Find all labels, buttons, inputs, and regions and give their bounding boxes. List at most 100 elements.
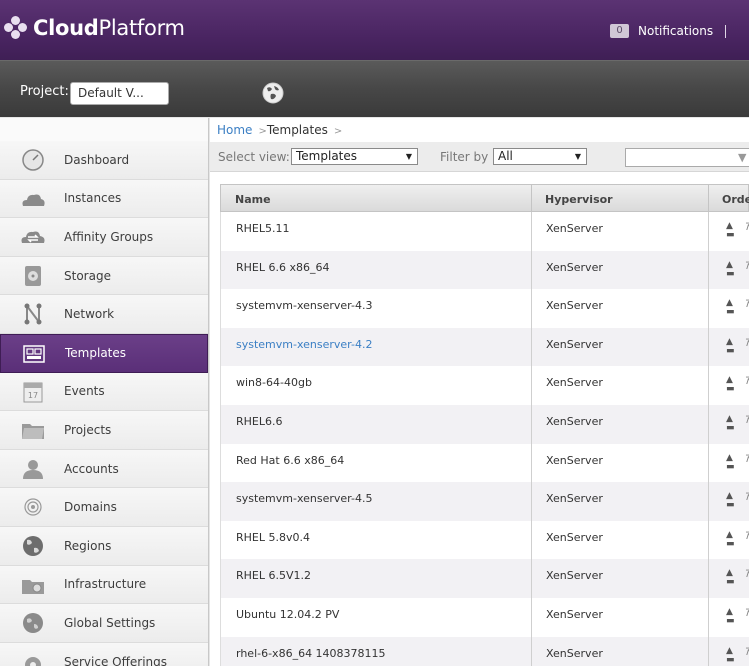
table-row[interactable]: rhel-6-x86_64 1408378115 XenServer ▲ ▬ ⊼ [220,636,749,666]
table-row[interactable]: systemvm-xenserver-4.2 XenServer ▲ ▬ ⊼ [220,327,749,367]
move-top-icon[interactable]: ⊼ [745,569,749,580]
move-top-icon[interactable]: ⊼ [745,222,749,233]
table-header: Name Hypervisor Orde [220,184,749,212]
sidebar: Dashboard Instances Affinity Groups Stor… [0,118,209,666]
move-top-icon[interactable]: ⊼ [745,608,749,619]
template-name: systemvm-xenserver-4.5 [236,492,373,506]
move-up-icon[interactable]: ▲ ▬ [726,376,735,394]
sidebar-item-regions[interactable]: Regions [0,526,208,566]
header-divider [725,25,726,38]
sidebar-item-instances[interactable]: Instances [0,179,208,219]
template-hypervisor: XenServer [546,492,603,506]
move-top-icon[interactable]: ⊼ [745,261,749,272]
template-name: win8-64-40gb [236,376,312,390]
table-row[interactable]: RHEL 5.8v0.4 XenServer ▲ ▬ ⊼ [220,520,749,560]
project-label: Project: [20,84,69,99]
templates-table: Name Hypervisor Orde RHEL5.11 XenServer ▲ ▬… [220,184,749,666]
project-select[interactable]: Default V... [70,82,169,105]
table-row[interactable]: systemvm-xenserver-4.3 XenServer ▲ ▬ ⊼ [220,289,749,328]
move-top-icon[interactable]: ⊼ [745,338,749,349]
sidebar-item-label: Domains [64,500,117,515]
template-hypervisor: XenServer [546,569,603,583]
sidebar-item-label: Regions [64,538,112,553]
move-up-icon[interactable]: ▲ ▬ [726,453,735,472]
filter-by-dropdown[interactable]: All ▼ [493,148,587,165]
table-row[interactable]: RHEL5.11 XenServer ▲ ▬ ⊼ [220,212,749,251]
notifications-button[interactable]: 0 Notifications [610,24,713,38]
filter-icon[interactable]: ▼ [738,151,746,164]
template-hypervisor: XenServer [546,376,603,390]
cloudplatform-logo[interactable]: CloudPlatform [4,16,185,40]
move-up-icon[interactable]: ▲ ▬ [726,569,735,587]
move-up-icon[interactable]: ▲ ▬ [726,607,735,626]
dashboard-icon [22,149,44,171]
table-row[interactable]: RHEL 6.6 x86_64 XenServer ▲ ▬ ⊼ [220,250,749,290]
sidebar-item-affinity-groups[interactable]: Affinity Groups [0,218,208,257]
column-header-name[interactable]: Name [235,193,271,206]
sidebar-item-storage[interactable]: Storage [0,256,208,296]
move-up-icon[interactable]: ▲ ▬ [726,337,735,356]
table-row[interactable]: Red Hat 6.6 x86_64 XenServer ▲ ▬ ⊼ [220,443,749,483]
sidebar-item-network[interactable]: Network [0,295,208,334]
move-top-icon[interactable]: ⊼ [745,415,749,426]
infrastructure-icon [22,579,44,594]
move-up-icon[interactable]: ▲ ▬ [726,414,735,433]
sidebar-item-label: Templates [65,346,127,361]
sidebar-item-global-settings[interactable]: Global Settings [0,604,208,643]
affinity-icon [21,231,45,244]
sidebar-item-service-offerings[interactable]: Service Offerings [0,642,208,666]
main-content: Home >Templates > Select view: Templates ▼… [210,118,749,666]
sidebar-item-label: Instances [64,191,122,206]
move-up-icon[interactable]: ▲ ▬ [726,299,735,317]
sidebar-item-label: Infrastructure [64,577,147,592]
column-header-hypervisor[interactable]: Hypervisor [545,193,613,206]
table-row[interactable]: RHEL6.6 XenServer ▲ ▬ ⊼ [220,404,749,444]
sidebar-item-label: Dashboard [64,152,130,167]
chevron-down-icon: ▼ [574,152,581,161]
breadcrumb-home-link[interactable]: Home [217,123,252,137]
move-up-icon[interactable]: ▲ ▬ [726,530,735,549]
logo-icon [4,16,28,40]
move-top-icon[interactable]: ⊼ [745,531,749,542]
project-bar: Project: Default V... [0,60,749,117]
move-top-icon[interactable]: ⊼ [745,376,749,387]
column-header-order[interactable]: Orde [722,193,749,206]
app-header: CloudPlatform 0 Notifications [0,0,749,60]
move-top-icon[interactable]: ⊼ [745,299,749,310]
globe-icon[interactable] [262,82,284,104]
table-row[interactable]: RHEL 6.5V1.2 XenServer ▲ ▬ ⊼ [220,559,749,598]
move-top-icon[interactable]: ⊼ [745,647,749,658]
table-row[interactable]: systemvm-xenserver-4.5 XenServer ▲ ▬ ⊼ [220,482,749,521]
sidebar-item-domains[interactable]: Domains [0,488,208,527]
folder-icon [22,424,44,440]
select-view-dropdown[interactable]: Templates ▼ [291,148,418,165]
svg-text:17: 17 [28,391,38,400]
table-row[interactable]: Ubuntu 12.04.2 PV XenServer ▲ ▬ ⊼ [220,597,749,637]
sidebar-item-templates[interactable]: Templates [0,333,208,373]
sidebar-item-accounts[interactable]: Accounts [0,449,208,489]
globe-icon [23,535,43,556]
notifications-label: Notifications [638,24,714,38]
sidebar-item-events[interactable]: 17 Events [0,372,208,412]
breadcrumb-separator: > [333,126,343,137]
move-up-icon[interactable]: ▲ ▬ [726,646,735,665]
search-input[interactable] [625,148,749,167]
table-row[interactable]: win8-64-40gb XenServer ▲ ▬ ⊼ [220,366,749,405]
move-top-icon[interactable]: ⊼ [745,492,749,503]
template-hypervisor: XenServer [546,607,603,621]
sidebar-item-projects[interactable]: Projects [0,411,208,450]
sidebar-item-label: Network [64,307,115,322]
move-up-icon[interactable]: ▲ ▬ [726,492,735,510]
breadcrumb-current[interactable]: Templates [267,123,328,137]
move-top-icon[interactable]: ⊼ [745,454,749,465]
sidebar-item-dashboard[interactable]: Dashboard [0,141,208,180]
template-name[interactable]: systemvm-xenserver-4.2 [236,338,372,351]
template-hypervisor: XenServer [546,260,603,274]
template-hypervisor: XenServer [546,222,603,235]
move-up-icon[interactable]: ▲ ▬ [726,260,735,279]
network-icon [24,303,42,325]
move-up-icon[interactable]: ▲ ▬ [726,222,735,240]
table-body: RHEL5.11 XenServer ▲ ▬ ⊼ RHEL 6.6 x86_64 XenSe… [220,212,749,666]
template-name: RHEL 5.8v0.4 [236,530,310,544]
sidebar-item-infrastructure[interactable]: Infrastructure [0,565,208,605]
